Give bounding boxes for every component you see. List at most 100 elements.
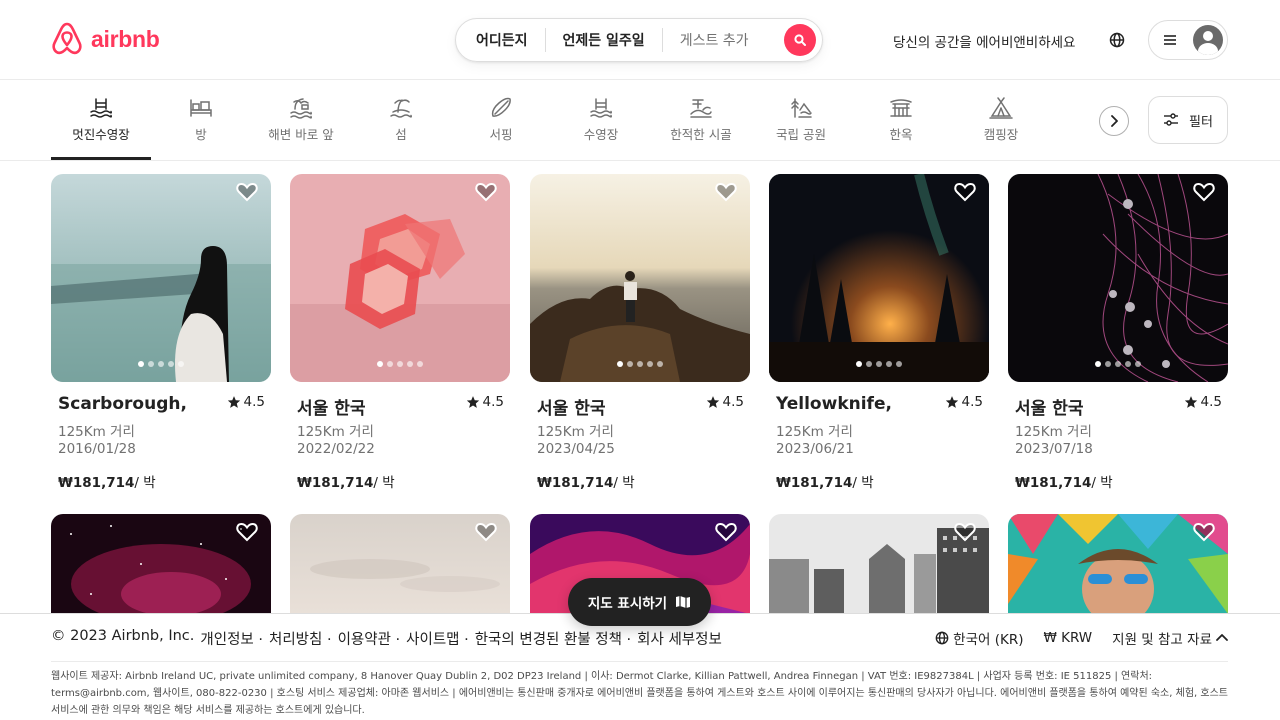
language-selector[interactable]: 한국어 (KR) bbox=[935, 628, 1023, 648]
search-anyweek[interactable]: 언제든 일주일 bbox=[546, 30, 662, 50]
heart-icon[interactable] bbox=[714, 520, 738, 544]
footer-link-refund[interactable]: 한국의 변경된 환불 정책 · bbox=[475, 628, 631, 649]
listing-photo[interactable] bbox=[1008, 514, 1228, 614]
footer-links: © 2023 Airbnb, Inc. 개인정보 · 처리방침 · 이용약관 ·… bbox=[51, 628, 728, 649]
listing-rating: 4.5 bbox=[706, 394, 744, 410]
listing-rating: 4.5 bbox=[466, 394, 504, 410]
menu-icon bbox=[1164, 35, 1176, 45]
listing-distance: 125Km 거리 bbox=[58, 424, 135, 440]
search-guests[interactable]: 게스트 추가 bbox=[663, 30, 761, 50]
listing-photo[interactable] bbox=[769, 174, 989, 382]
category-next-button[interactable] bbox=[1099, 106, 1129, 136]
search-bar[interactable]: 어디든지 언제든 일주일 게스트 추가 bbox=[455, 18, 823, 62]
listing-photo[interactable] bbox=[290, 174, 510, 382]
support-resources-button[interactable]: 지원 및 참고 자료 bbox=[1112, 628, 1228, 648]
heart-icon[interactable] bbox=[474, 520, 498, 544]
footer-settings: 한국어 (KR) ₩ KRW 지원 및 참고 자료 bbox=[935, 628, 1228, 648]
category-item-surfing[interactable]: 서핑 bbox=[471, 80, 531, 160]
listing-photo[interactable] bbox=[1008, 174, 1228, 382]
category-item-camping[interactable]: 캠핑장 bbox=[971, 80, 1031, 160]
filter-icon bbox=[1164, 113, 1179, 126]
listing-image bbox=[290, 174, 510, 382]
listing-date: 2022/02/22 bbox=[297, 441, 375, 457]
listing-card[interactable] bbox=[51, 514, 271, 614]
listing-card[interactable]: Scarborough, 4.5 125Km 거리 2016/01/28 ₩18… bbox=[51, 174, 271, 491]
footer: © 2023 Airbnb, Inc. 개인정보 · 처리방침 · 이용약관 ·… bbox=[0, 613, 1280, 720]
category-item-countryside[interactable]: 한적한 시골 bbox=[661, 80, 741, 160]
footer-link-sitemap[interactable]: 사이트맵 · bbox=[406, 628, 469, 649]
listing-card[interactable]: Yellowknife, 4.5 125Km 거리 2023/06/21 ₩18… bbox=[769, 174, 989, 491]
listing-price: ₩181,714/ 박 bbox=[1015, 475, 1113, 491]
divider bbox=[0, 160, 1280, 161]
listing-price: ₩181,714/ 박 bbox=[297, 475, 395, 491]
currency-selector[interactable]: ₩ KRW bbox=[1043, 630, 1092, 646]
copyright: © 2023 Airbnb, Inc. bbox=[51, 628, 195, 644]
listing-image bbox=[1008, 174, 1228, 382]
listing-image bbox=[769, 174, 989, 382]
category-item-hanok[interactable]: 한옥 bbox=[881, 80, 921, 160]
listing-title: 서울 한국 bbox=[297, 399, 366, 419]
listing-card[interactable] bbox=[1008, 514, 1228, 614]
category-bar: 멋진수영장 방 해변 바로 앞 섬 서핑 수영장 한적한 시골 국립 공원 한옥… bbox=[51, 80, 1091, 160]
listing-price: ₩181,714/ 박 bbox=[776, 475, 874, 491]
listing-photo[interactable] bbox=[290, 514, 510, 614]
category-item-national-parks[interactable]: 국립 공원 bbox=[771, 80, 831, 160]
listing-card[interactable]: 서울 한국 4.5 125Km 거리 2023/07/18 ₩181,714/ … bbox=[1008, 174, 1228, 491]
listing-distance: 125Km 거리 bbox=[537, 424, 614, 440]
footer-link-privacy[interactable]: 개인정보 · bbox=[200, 628, 263, 649]
heart-icon[interactable] bbox=[953, 520, 977, 544]
heart-icon[interactable] bbox=[953, 180, 977, 204]
listing-photo[interactable] bbox=[51, 174, 271, 382]
star-icon bbox=[466, 396, 479, 408]
category-label: 해변 바로 앞 bbox=[268, 127, 334, 142]
listing-date: 2023/07/18 bbox=[1015, 441, 1093, 457]
hanok-icon bbox=[890, 99, 912, 117]
heart-icon[interactable] bbox=[235, 520, 259, 544]
search-button[interactable] bbox=[784, 24, 816, 56]
category-label: 수영장 bbox=[583, 127, 619, 142]
footer-link-processing[interactable]: 처리방침 · bbox=[269, 628, 332, 649]
category-item-islands[interactable]: 섬 bbox=[381, 80, 421, 160]
category-label: 방 bbox=[195, 127, 207, 142]
language-button[interactable] bbox=[1106, 29, 1128, 51]
listing-card[interactable]: 서울 한국 4.5 125Km 거리 2022/02/22 ₩181,714/ … bbox=[290, 174, 510, 491]
category-item-beachfront[interactable]: 해변 바로 앞 bbox=[261, 80, 341, 160]
listing-card[interactable] bbox=[290, 514, 510, 614]
listing-card[interactable] bbox=[769, 514, 989, 614]
heart-icon[interactable] bbox=[1192, 180, 1216, 204]
become-host-link[interactable]: 당신의 공간을 에어비앤비하세요 bbox=[893, 31, 1075, 51]
category-item-rooms[interactable]: 방 bbox=[171, 80, 231, 160]
show-map-label: 지도 표시하기 bbox=[587, 596, 668, 612]
chevron-up-icon bbox=[1216, 634, 1228, 641]
listing-rating: 4.5 bbox=[227, 394, 265, 410]
search-anywhere[interactable]: 어디든지 bbox=[456, 30, 545, 50]
show-map-button[interactable]: 지도 표시하기 bbox=[568, 578, 711, 626]
heart-icon[interactable] bbox=[1192, 520, 1216, 544]
heart-icon[interactable] bbox=[235, 180, 259, 204]
filter-button[interactable]: 필터 bbox=[1148, 96, 1228, 144]
legal-text: 웹사이트 제공자: Airbnb Ireland UC, private unl… bbox=[51, 671, 1228, 716]
heart-icon[interactable] bbox=[714, 180, 738, 204]
footer-link-company[interactable]: 회사 세부정보 bbox=[637, 628, 722, 649]
category-label: 멋진수영장 bbox=[72, 127, 130, 142]
category-label: 캠핑장 bbox=[983, 127, 1019, 142]
photo-pagination bbox=[51, 361, 271, 367]
user-menu-button[interactable] bbox=[1148, 20, 1228, 60]
filter-label: 필터 bbox=[1189, 114, 1213, 130]
airbnb-logo[interactable]: airbnb bbox=[51, 22, 160, 56]
logo-text: airbnb bbox=[91, 25, 160, 52]
star-icon bbox=[706, 396, 719, 408]
star-icon bbox=[945, 396, 958, 408]
listing-photo[interactable] bbox=[51, 514, 271, 614]
category-item-amazing-pools[interactable]: 멋진수영장 bbox=[51, 80, 151, 160]
category-item-pools[interactable]: 수영장 bbox=[571, 80, 631, 160]
map-icon bbox=[676, 596, 691, 608]
star-icon bbox=[227, 396, 240, 408]
category-label: 한적한 시골 bbox=[670, 127, 732, 142]
footer-link-terms[interactable]: 이용약관 · bbox=[338, 628, 401, 649]
listing-card[interactable]: 서울 한국 4.5 125Km 거리 2023/04/25 ₩181,714/ … bbox=[530, 174, 750, 491]
listing-photo[interactable] bbox=[530, 174, 750, 382]
listing-photo[interactable] bbox=[769, 514, 989, 614]
category-label: 한옥 bbox=[889, 127, 913, 142]
heart-icon[interactable] bbox=[474, 180, 498, 204]
